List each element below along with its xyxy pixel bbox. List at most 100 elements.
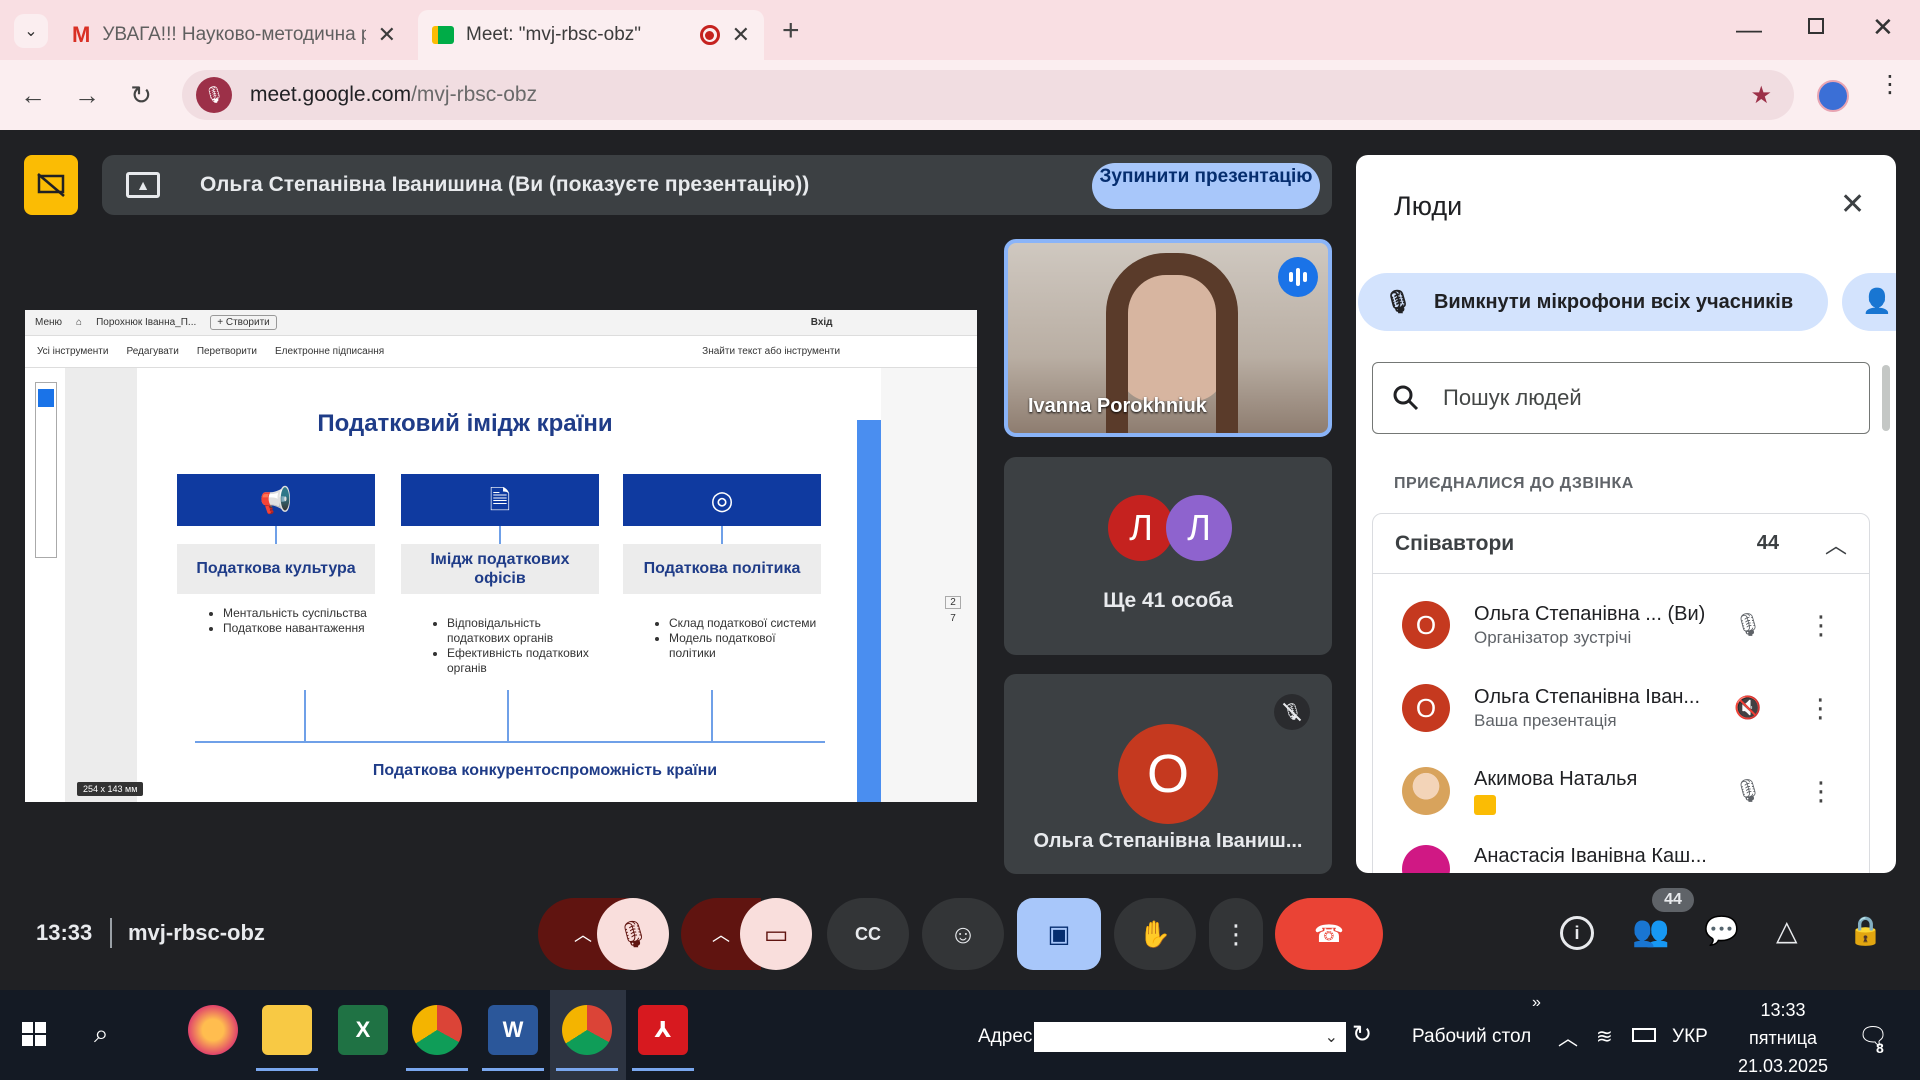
forward-button[interactable]: → <box>70 78 104 112</box>
group-count: 44 <box>1756 532 1779 554</box>
chevron-up-icon[interactable]: ︿ <box>1558 1022 1578 1051</box>
participant-name: Ольга Степанівна ... (Ви) <box>1474 602 1706 625</box>
activities-icon[interactable]: △ <box>1776 914 1798 947</box>
search-icon[interactable]: ⌕ <box>94 1018 109 1050</box>
page-size-badge: 254 x 143 мм <box>77 782 144 796</box>
scrollbar[interactable] <box>1882 365 1890 431</box>
camera-toggle-button[interactable]: ▭ <box>740 898 812 970</box>
avatar: Л <box>1166 495 1232 561</box>
slide-column-heading: Податкова політика <box>623 544 821 594</box>
pdf-menubar: Усі інструменти Редагувати Перетворити Е… <box>25 336 977 368</box>
avatar <box>1402 767 1450 815</box>
back-button[interactable]: ← <box>16 78 50 112</box>
participant-row[interactable]: О Ольга Степанівна Іван... Ваша презента… <box>1372 668 1870 748</box>
captions-button[interactable]: CC <box>827 898 909 970</box>
browser-menu-icon[interactable]: ⋮ <box>1878 73 1902 97</box>
self-tile[interactable]: 🎙 О Ольга Степанівна Іваниш... <box>1004 674 1332 874</box>
speaker-name: Ivanna Porokhniuk <box>1028 395 1207 417</box>
mic-off-icon: 🎙 <box>1734 778 1762 803</box>
toolbar-expand-icon[interactable]: » <box>1532 994 1541 1012</box>
acrobat-icon[interactable]: ⅄ <box>638 1005 688 1055</box>
host-controls-icon[interactable]: 🔒 <box>1848 914 1883 947</box>
excel-icon[interactable]: X <box>338 1005 388 1055</box>
more-options-icon[interactable]: ⋮ <box>1808 776 1834 807</box>
end-call-button[interactable]: ☎ <box>1275 898 1383 970</box>
volume-off-icon: 🔇 <box>1734 695 1762 720</box>
close-tab-icon[interactable]: ✕ <box>378 22 396 48</box>
meet-icon <box>432 26 454 44</box>
avatar: О <box>1118 724 1218 824</box>
participant-row[interactable]: Акимова Наталья 🎙 ⋮ <box>1372 751 1870 831</box>
participant-role: Організатор зустрічі <box>1474 627 1632 647</box>
chrome-icon[interactable] <box>562 1005 612 1055</box>
more-options-icon[interactable]: ⋮ <box>1808 610 1834 641</box>
go-icon[interactable]: ↻ <box>1352 1020 1372 1049</box>
present-screen-button[interactable]: ▣ <box>1017 898 1101 970</box>
file-explorer-icon[interactable] <box>262 1005 312 1055</box>
avatar: О <box>1402 601 1450 649</box>
people-panel-title: Люди <box>1394 191 1463 221</box>
url-path: /mvj-rbsc-obz <box>411 83 538 106</box>
group-label: Співавтори <box>1395 531 1515 555</box>
slide-footer: Податкова конкурентоспроможність країни <box>372 762 718 779</box>
clock[interactable]: 13:33 пятница 21.03.2025 <box>1728 996 1838 1080</box>
people-icon[interactable]: 👥 <box>1632 914 1669 949</box>
participant-row[interactable]: Анастасія Іванівна Каш... <box>1372 845 1870 873</box>
group-header[interactable]: Співавтори 44 ︿ <box>1373 514 1869 574</box>
meeting-info-icon[interactable]: i <box>1560 916 1594 950</box>
mic-off-icon: 🎙 <box>1274 694 1310 730</box>
tab-meet[interactable]: Meet: "mvj-rbsc-obz" ✕ <box>418 10 764 60</box>
wifi-icon[interactable]: ≋ <box>1596 1024 1613 1049</box>
microphone-toggle-button[interactable]: 🎙 <box>597 898 669 970</box>
chat-icon[interactable]: 💬 <box>1704 914 1739 947</box>
windows-start-icon[interactable] <box>22 1022 46 1046</box>
close-tab-icon[interactable]: ✕ <box>732 22 750 48</box>
slide-column-1: 📢 Податкова культура Ментальність суспіл… <box>177 474 375 636</box>
speaker-tile[interactable]: Ivanna Porokhniuk <box>1004 239 1332 437</box>
more-options-icon[interactable]: ⋮ <box>1807 693 1833 724</box>
present-screen-icon: ▲ <box>126 172 160 198</box>
chrome-icon[interactable] <box>412 1005 462 1055</box>
close-window-button[interactable]: ✕ <box>1872 12 1894 43</box>
avatar <box>1402 845 1450 873</box>
address-bar[interactable]: 🎙 meet.google.com /mvj-rbsc-obz ★ <box>182 70 1794 120</box>
word-icon[interactable]: W <box>488 1005 538 1055</box>
people-panel: Люди ✕ 🎙 Вимкнути мікрофони всіх учасник… <box>1356 155 1896 873</box>
recording-icon <box>699 25 720 45</box>
emoji-button[interactable]: ☺ <box>922 898 1004 970</box>
tab-gmail[interactable]: M УВАГА!!! Науково-методична р ✕ <box>58 10 410 60</box>
battery-icon[interactable] <box>1632 1028 1656 1042</box>
self-name: Ольга Степанівна Іваниш... <box>1033 830 1303 852</box>
profile-avatar[interactable] <box>1817 80 1849 112</box>
chevron-up-icon[interactable]: ︿ <box>1825 528 1847 560</box>
slide-column-heading: Імідж податкових офісів <box>401 544 599 594</box>
presentation-indicator-icon[interactable] <box>24 155 78 215</box>
microphone-icon[interactable]: 🎙 <box>196 77 232 113</box>
reload-button[interactable]: ↻ <box>124 78 158 112</box>
address-toolbar-label: Адрес <box>978 1026 1033 1047</box>
close-icon[interactable]: ✕ <box>1840 187 1865 222</box>
raise-hand-button[interactable]: ✋ <box>1114 898 1196 970</box>
language-indicator[interactable]: УКР <box>1672 1026 1708 1048</box>
participant-row[interactable]: О Ольга Степанівна ... (Ви) Організатор … <box>1372 585 1870 665</box>
add-people-button[interactable]: 👤 <box>1842 273 1896 331</box>
restore-button[interactable] <box>1808 18 1824 34</box>
participant-name: Акимова Наталья <box>1474 767 1638 790</box>
stop-presenting-button[interactable]: Зупинити презентацію <box>1092 163 1320 209</box>
pdf-page-area <box>65 368 137 802</box>
search-people-input[interactable]: Пошук людей <box>1372 362 1870 434</box>
new-tab-button[interactable]: + <box>782 14 800 48</box>
minimize-button[interactable]: — <box>1736 14 1762 45</box>
tab-search-icon[interactable]: ⌄ <box>14 14 48 48</box>
address-toolbar-input[interactable]: ⌄ <box>1034 1022 1346 1052</box>
meeting-time: 13:33 <box>36 920 93 945</box>
mute-all-button[interactable]: 🎙 Вимкнути мікрофони всіх учасників <box>1358 273 1828 331</box>
active-indicator <box>256 1068 318 1071</box>
slide-column-heading: Податкова культура <box>177 544 375 594</box>
home-icon: ⌂ <box>76 317 83 328</box>
others-tile[interactable]: Л Л Ще 41 особа <box>1004 457 1332 655</box>
more-options-button[interactable]: ⋮ <box>1209 898 1263 970</box>
mic-off-icon: 🎙 <box>1384 289 1412 314</box>
bookmark-star-icon[interactable]: ★ <box>1750 81 1772 110</box>
firefox-icon[interactable] <box>188 1005 238 1055</box>
